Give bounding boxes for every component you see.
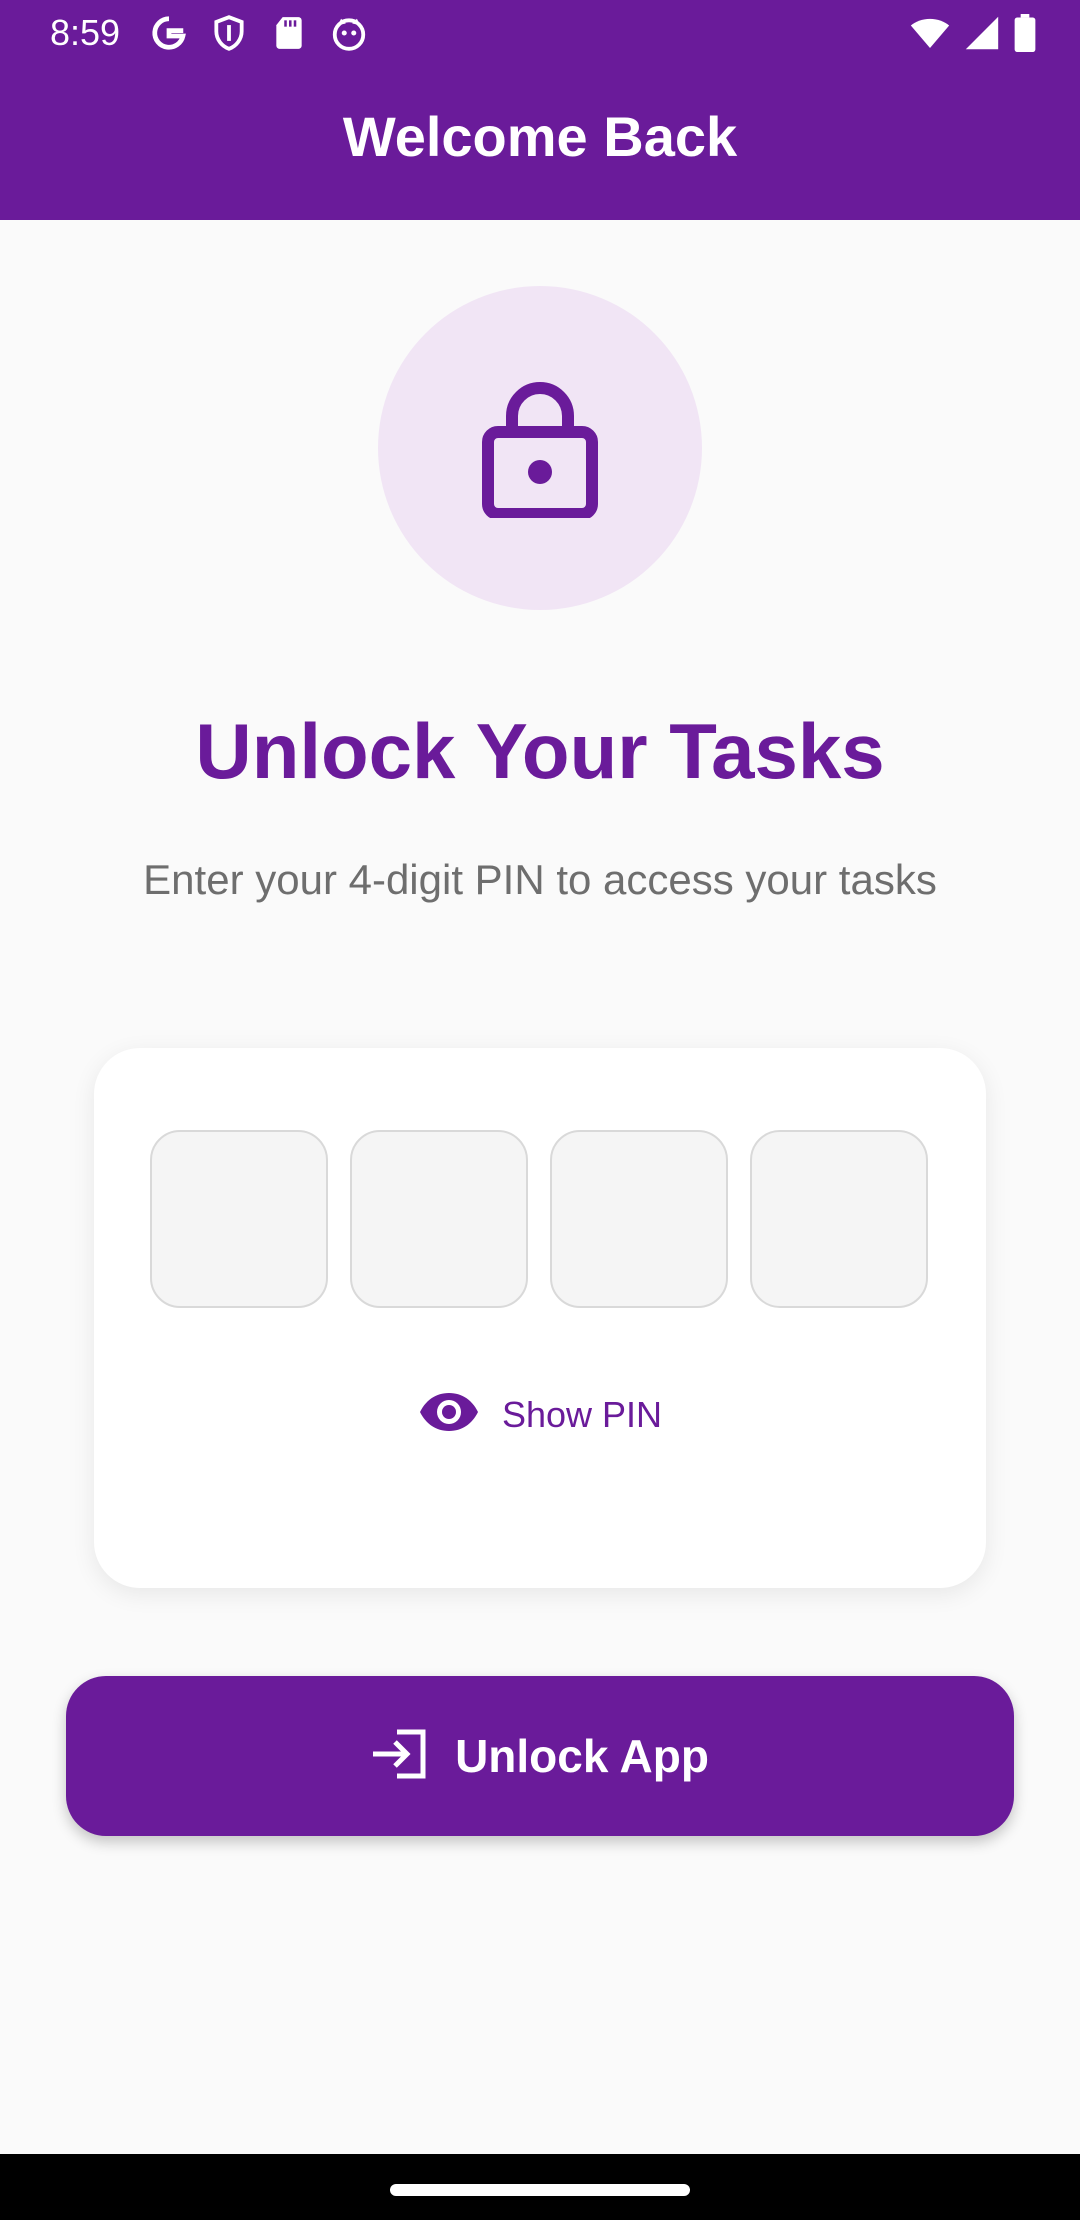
system-icons xyxy=(910,14,1036,57)
status-bar: 8:59 xyxy=(0,0,1080,66)
home-gesture-handle[interactable] xyxy=(390,2184,690,2196)
pin-digit-4[interactable] xyxy=(750,1130,928,1308)
lock-icon xyxy=(482,374,598,523)
login-icon xyxy=(371,1728,429,1785)
pin-digit-1[interactable] xyxy=(150,1130,328,1308)
shield-icon xyxy=(210,14,248,52)
lock-badge xyxy=(378,286,702,610)
eye-icon xyxy=(418,1390,480,1439)
app-bar-title: Welcome Back xyxy=(342,105,738,168)
pin-digit-2[interactable] xyxy=(350,1130,528,1308)
page-title: Unlock Your Tasks xyxy=(195,707,885,795)
show-pin-toggle[interactable]: Show PIN xyxy=(94,1390,986,1439)
show-pin-label: Show PIN xyxy=(501,1393,663,1435)
pin-digit-3[interactable] xyxy=(550,1130,728,1308)
cat-face-icon xyxy=(330,14,368,52)
wifi-icon xyxy=(910,15,950,56)
battery-icon xyxy=(1014,14,1036,57)
pin-card: Show PIN xyxy=(94,1048,986,1588)
pin-lock-screen: 8:59 Welcome Back Unlock Your Tasks Ente… xyxy=(0,0,1080,2220)
google-icon xyxy=(150,14,188,52)
unlock-app-button[interactable]: Unlock App xyxy=(66,1676,1014,1836)
status-time: 8:59 xyxy=(50,12,121,53)
sd-card-icon xyxy=(270,14,308,52)
page-subtitle: Enter your 4-digit PIN to access your ta… xyxy=(143,856,937,903)
unlock-button-label: Unlock App xyxy=(455,1730,709,1782)
app-header: 8:59 Welcome Back xyxy=(0,0,1080,220)
pin-input-row xyxy=(150,1130,928,1308)
notification-icons xyxy=(150,14,368,52)
signal-icon xyxy=(964,15,1000,56)
system-nav-bar xyxy=(0,2154,1080,2220)
